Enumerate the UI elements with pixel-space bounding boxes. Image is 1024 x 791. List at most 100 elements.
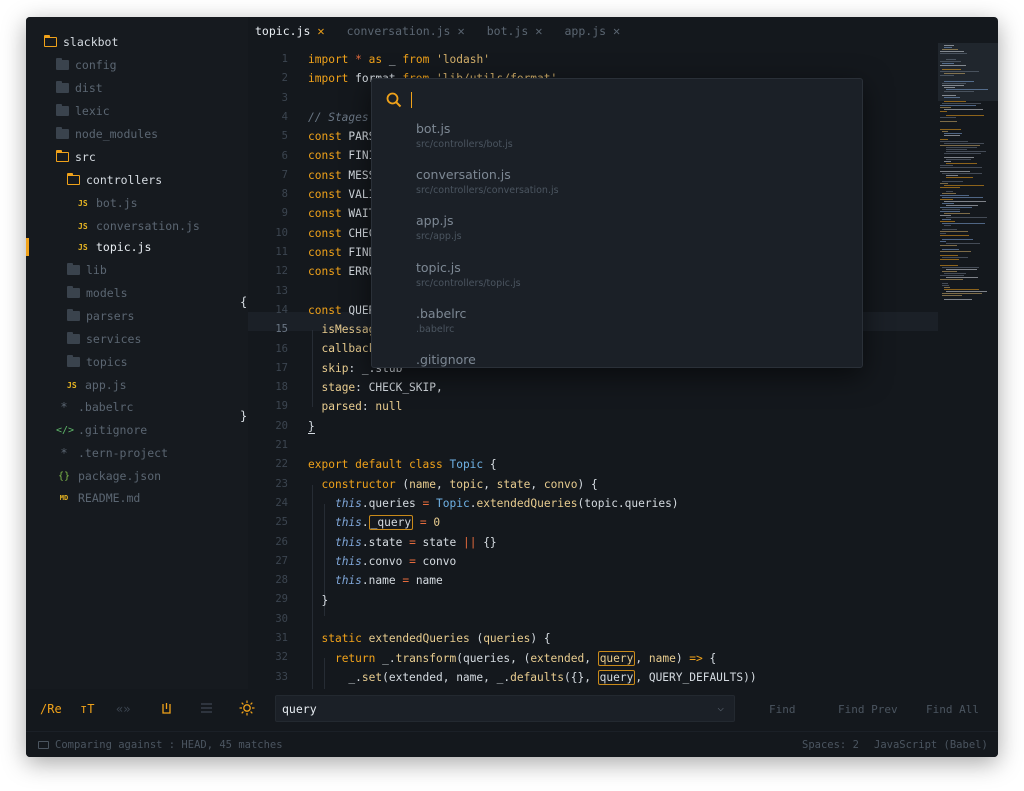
tree-item-label: models [86, 286, 128, 300]
tree-item-tern-project[interactable]: * .tern-project [26, 442, 248, 464]
tree-item-topics[interactable]: topics [26, 351, 248, 373]
js-file-icon: JS [67, 380, 77, 390]
tree-item-label: src [75, 150, 96, 164]
monitor-icon[interactable] [38, 741, 49, 749]
minimap-line [940, 187, 960, 188]
tree-item-src[interactable]: src [26, 146, 248, 168]
palette-item[interactable]: topic.js src/controllers/topic.js [416, 260, 521, 289]
tab-topic-js[interactable]: topic.js ✕ [248, 17, 332, 45]
code-line: return _.transform(queries, (extended, q… [334, 651, 717, 666]
palette-item[interactable]: .gitignore [416, 352, 476, 367]
minimap-line [946, 151, 986, 152]
fold-marker[interactable]: } [240, 409, 247, 423]
folder-icon [67, 263, 80, 275]
code-line: static extendedQueries (queries) { [321, 632, 551, 645]
tree-item-bot-js[interactable]: JS bot.js [26, 192, 248, 214]
tree-item-dist[interactable]: dist [26, 77, 248, 99]
code-line: _.set(extended, name, _.defaults({}, que… [308, 670, 757, 685]
close-icon[interactable]: ✕ [613, 24, 620, 38]
tree-item-babelrc[interactable]: * .babelrc [26, 396, 248, 418]
case-sensitive-toggle[interactable]: тT [80, 702, 94, 716]
palette-item[interactable]: bot.js src/controllers/bot.js [416, 121, 513, 150]
find-button[interactable]: Find [769, 703, 796, 716]
minimap-line [940, 265, 958, 266]
tree-item-label: lexic [75, 104, 110, 118]
tree-item-label: services [86, 332, 142, 346]
tree-item-label: app.js [85, 378, 127, 392]
minimap-line [946, 175, 958, 176]
tree-item-label: slackbot [63, 35, 119, 49]
regex-toggle[interactable]: /Re [40, 702, 62, 716]
chevron-down-icon[interactable]: ⌵ [717, 701, 724, 714]
find-all-button[interactable]: Find All [926, 703, 979, 716]
goto-anything-palette: bot.js src/controllers/bot.js conversatio… [371, 78, 863, 368]
tree-item-topic-js[interactable]: JS topic.js [26, 236, 248, 258]
minimap-line [942, 95, 956, 96]
tree-item-label: .babelrc [78, 400, 134, 414]
minimap-line [944, 135, 960, 136]
tab-bot-js[interactable]: bot.js ✕ [480, 17, 550, 45]
search-icon [386, 92, 402, 108]
tree-item-package-json[interactable]: {} package.json [26, 465, 248, 487]
tree-item-app-js[interactable]: JS app.js [26, 374, 248, 396]
folder-icon [67, 286, 80, 298]
minimap-line [940, 279, 963, 280]
indentation-status[interactable]: Spaces: 2 [802, 739, 859, 751]
tree-item-label: node_modules [75, 127, 159, 141]
in-selection-icon[interactable] [200, 702, 213, 717]
minimap[interactable] [938, 43, 998, 305]
tab-conversation-js[interactable]: conversation.js ✕ [340, 17, 472, 45]
minimap-line [940, 215, 951, 216]
close-icon[interactable]: ✕ [535, 24, 542, 38]
tab-app-js[interactable]: app.js ✕ [558, 17, 628, 45]
close-icon[interactable]: ✕ [457, 24, 464, 38]
tree-item-parsers[interactable]: parsers [26, 305, 248, 327]
minimap-line [942, 285, 949, 286]
tree-item-label: conversation.js [96, 219, 200, 233]
code-line: parsed: null [321, 400, 403, 413]
fold-marker[interactable]: { [240, 295, 247, 309]
tree-root-folder[interactable]: slackbot [26, 31, 248, 53]
close-icon[interactable]: ✕ [317, 24, 324, 38]
tree-item-config[interactable]: config [26, 54, 248, 76]
folder-open-icon [55, 150, 69, 162]
palette-item-name: .gitignore [416, 352, 476, 367]
line-number: 27 [275, 554, 288, 567]
tree-item-lib[interactable]: lib [26, 259, 248, 281]
tree-item-node-modules[interactable]: node_modules [26, 123, 248, 145]
tree-item-conversation-js[interactable]: JS conversation.js [26, 215, 248, 237]
find-prev-button[interactable]: Find Prev [838, 703, 898, 716]
minimap-line [942, 295, 962, 296]
minimap-line [946, 149, 967, 150]
palette-item[interactable]: app.js src/app.js [416, 213, 462, 242]
folder-open-icon [43, 35, 57, 47]
tree-item-label: lib [86, 263, 107, 277]
js-file-icon: JS [78, 198, 88, 208]
line-number: 17 [275, 361, 288, 374]
tree-item-readme-md[interactable]: MD README.md [26, 487, 248, 509]
line-number: 20 [275, 419, 288, 432]
palette-search[interactable] [386, 89, 412, 111]
minimap-line [940, 129, 961, 130]
find-input[interactable]: query ⌵ [275, 695, 735, 722]
tree-item-services[interactable]: services [26, 328, 248, 350]
minimap-line [944, 185, 984, 186]
wrap-icon[interactable] [160, 702, 173, 718]
palette-item[interactable]: .babelrc .babelrc [416, 306, 466, 335]
tree-item-models[interactable]: models [26, 282, 248, 304]
tree-item-gitignore[interactable]: </> .gitignore [26, 419, 248, 441]
syntax-status[interactable]: JavaScript (Babel) [874, 739, 988, 751]
minimap-line [942, 209, 960, 210]
line-number: 24 [275, 496, 288, 509]
find-panel: /Re тT «» query ⌵ Find Find Prev Find Al… [26, 689, 998, 731]
palette-item-path: .babelrc [416, 324, 455, 335]
highlight-matches-icon[interactable] [239, 700, 255, 719]
whole-word-toggle[interactable]: «» [116, 702, 130, 716]
line-number: 25 [275, 516, 288, 529]
tree-item-lexic[interactable]: lexic [26, 100, 248, 122]
palette-item[interactable]: conversation.js src/controllers/conversat… [416, 167, 559, 196]
code-line: stage: CHECK_SKIP, [321, 381, 443, 394]
minimap-line [940, 141, 968, 142]
tree-item-controllers[interactable]: controllers [26, 169, 248, 191]
minimap-line [946, 205, 978, 206]
